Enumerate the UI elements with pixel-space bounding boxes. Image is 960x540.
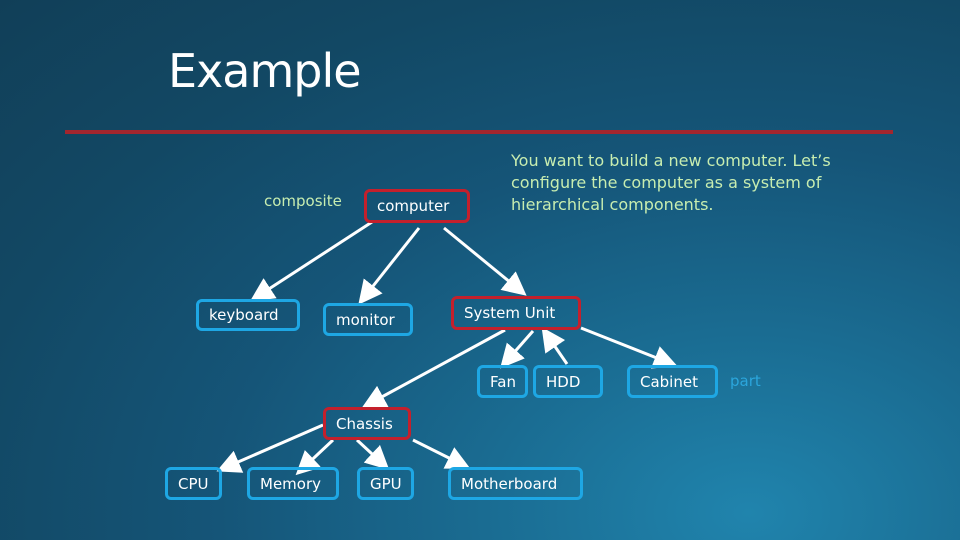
edge-computer-to-monitor xyxy=(358,227,421,305)
node-fan: Fan xyxy=(477,365,528,398)
node-label: monitor xyxy=(336,310,395,329)
node-label: keyboard xyxy=(209,306,279,324)
node-system-unit: System Unit xyxy=(451,296,581,330)
edge-chassis-to-motherboard xyxy=(412,438,471,469)
node-cpu: CPU xyxy=(165,467,222,500)
node-label: Fan xyxy=(490,372,516,391)
node-computer: computer xyxy=(364,189,470,223)
node-label: computer xyxy=(377,197,450,215)
edge-system_unit-to-fan xyxy=(500,330,535,369)
node-label: HDD xyxy=(546,372,581,391)
edge-chassis-to-gpu xyxy=(355,438,390,471)
node-hdd: HDD xyxy=(533,365,603,398)
node-label: Motherboard xyxy=(461,474,558,493)
node-memory: Memory xyxy=(247,467,339,500)
node-gpu: GPU xyxy=(357,467,414,500)
edges-layer xyxy=(216,220,678,476)
node-cabinet: Cabinet xyxy=(627,365,718,398)
node-monitor: monitor xyxy=(323,303,413,336)
node-chassis: Chassis xyxy=(323,407,411,440)
node-keyboard: keyboard xyxy=(196,299,300,331)
node-label: System Unit xyxy=(464,304,556,322)
node-label: CPU xyxy=(178,474,209,493)
node-motherboard: Motherboard xyxy=(448,467,583,500)
node-label: GPU xyxy=(370,474,402,493)
edge-system_unit-to-cabinet xyxy=(580,326,678,369)
node-label: Cabinet xyxy=(640,372,698,391)
edge-computer-to-system_unit xyxy=(443,226,527,296)
node-label: Chassis xyxy=(336,414,393,433)
edge-hdd-to-system_unit xyxy=(541,327,569,365)
node-label: Memory xyxy=(260,474,322,493)
edge-computer-to-keyboard xyxy=(249,220,373,302)
